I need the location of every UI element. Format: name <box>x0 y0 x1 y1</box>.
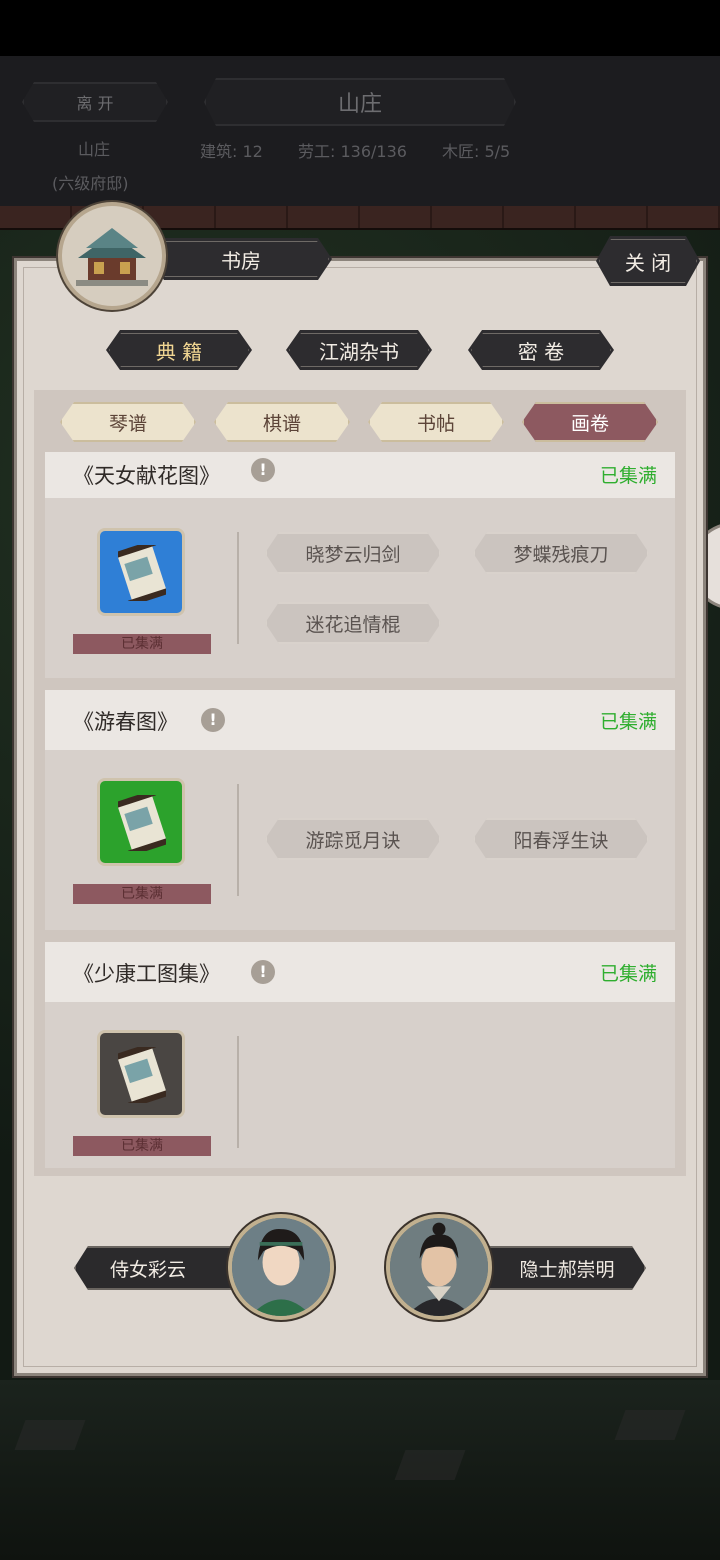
close-button[interactable]: 关 闭 <box>596 236 700 286</box>
location-level: (六级府邸) <box>52 174 129 193</box>
hud-title-plate: 山庄 <box>204 78 516 126</box>
leave-label: 离 开 <box>76 94 114 113</box>
skill-tag[interactable]: 梦蝶残痕刀 <box>473 532 649 574</box>
card-status: 已集满 <box>599 963 657 985</box>
tab-secret-scrolls[interactable]: 密 卷 <box>468 330 614 370</box>
subtab-calligraphy[interactable]: 书帖 <box>368 402 504 442</box>
subtab-label: 棋谱 <box>262 412 301 435</box>
subtab-qin-scores[interactable]: 琴谱 <box>60 402 196 442</box>
character-hermit-button[interactable]: 隐士郝崇明 <box>474 1246 646 1290</box>
estate-hud: 离 开 山庄 山庄 (六级府邸) 建筑: 12 劳工: 136/136 木匠: … <box>0 56 720 206</box>
skill-label: 梦蝶残痕刀 <box>513 543 609 566</box>
character-name: 隐士郝崇明 <box>519 1258 615 1281</box>
card-title: 《少康工图集》 <box>73 962 220 986</box>
maid-portrait[interactable] <box>228 1214 334 1320</box>
skill-tag[interactable]: 迷花追情棍 <box>265 602 441 644</box>
character-name: 侍女彩云 <box>109 1258 186 1281</box>
hermit-avatar-icon <box>390 1218 488 1316</box>
hermit-portrait[interactable] <box>386 1214 492 1320</box>
scroll-icon <box>118 795 166 851</box>
location-name: 山庄 <box>78 140 111 159</box>
character-maid-button[interactable]: 侍女彩云 <box>74 1246 250 1290</box>
stat-buildings: 建筑: 12 <box>200 142 263 161</box>
collection-card: 《少康工图集》 ! 已集满 已集满 <box>45 942 675 1168</box>
stat-carpenters: 木匠: 5/5 <box>442 142 511 161</box>
tab-classics-label: 典 籍 <box>155 339 203 364</box>
leave-button[interactable]: 离 开 <box>22 82 168 122</box>
hud-title: 山庄 <box>337 92 382 117</box>
courtyard-ground <box>0 1380 720 1560</box>
skill-label: 迷花追情棍 <box>305 613 401 636</box>
card-status: 已集满 <box>599 711 657 733</box>
scroll-icon <box>118 1047 166 1103</box>
skill-tag[interactable]: 晓梦云归剑 <box>265 532 441 574</box>
status-bar-area <box>0 0 720 56</box>
collection-card: 《天女献花图》 ! 已集满 已集满 晓梦云归剑 梦蝶残痕刀 迷花追情棍 <box>45 452 675 678</box>
card-header: 《天女献花图》 ! 已集满 <box>45 452 675 498</box>
subtab-chess-scores[interactable]: 棋谱 <box>214 402 350 442</box>
info-icon[interactable]: ! <box>251 458 275 482</box>
tab-classics[interactable]: 典 籍 <box>106 330 252 370</box>
subtab-label: 画卷 <box>570 412 609 435</box>
divider <box>237 532 239 644</box>
info-icon[interactable]: ! <box>251 960 275 984</box>
card-header: 《少康工图集》 ! 已集满 <box>45 942 675 1002</box>
maid-avatar-icon <box>232 1218 330 1316</box>
painting-item[interactable] <box>97 778 185 866</box>
collection-card: 《游春图》 ! 已集满 已集满 游踪觅月诀 阳春浮生诀 <box>45 690 675 930</box>
tab-jianghu-books[interactable]: 江湖杂书 <box>286 330 432 370</box>
skill-tag[interactable]: 阳春浮生诀 <box>473 818 649 860</box>
stat-labor: 劳工: 136/136 <box>298 142 407 161</box>
card-header: 《游春图》 ! 已集满 <box>45 690 675 750</box>
info-icon[interactable]: ! <box>201 708 225 732</box>
skill-label: 晓梦云归剑 <box>305 543 401 566</box>
divider <box>237 784 239 896</box>
scroll-icon <box>118 545 166 601</box>
painting-item[interactable] <box>97 528 185 616</box>
skill-label: 阳春浮生诀 <box>513 829 609 852</box>
room-title-plate: 书房 <box>150 238 332 280</box>
skill-label: 游踪觅月诀 <box>305 829 401 852</box>
divider <box>237 1036 239 1148</box>
tab-secret-label: 密 卷 <box>517 339 565 364</box>
collected-label: 已集满 <box>73 1136 211 1156</box>
close-label: 关 闭 <box>624 250 672 275</box>
card-status: 已集满 <box>599 465 657 487</box>
tab-jianghu-label: 江湖杂书 <box>319 339 399 364</box>
card-title: 《游春图》 <box>73 710 178 734</box>
collected-label: 已集满 <box>73 634 211 654</box>
skill-tag[interactable]: 游踪觅月诀 <box>265 818 441 860</box>
room-title: 书房 <box>221 248 261 273</box>
collected-label: 已集满 <box>73 884 211 904</box>
painting-item[interactable] <box>97 1030 185 1118</box>
study-building-icon <box>58 202 166 310</box>
subtab-label: 书帖 <box>416 412 455 435</box>
subtab-paintings[interactable]: 画卷 <box>522 402 658 442</box>
card-title: 《天女献花图》 <box>73 464 220 488</box>
subtab-label: 琴谱 <box>108 412 147 435</box>
